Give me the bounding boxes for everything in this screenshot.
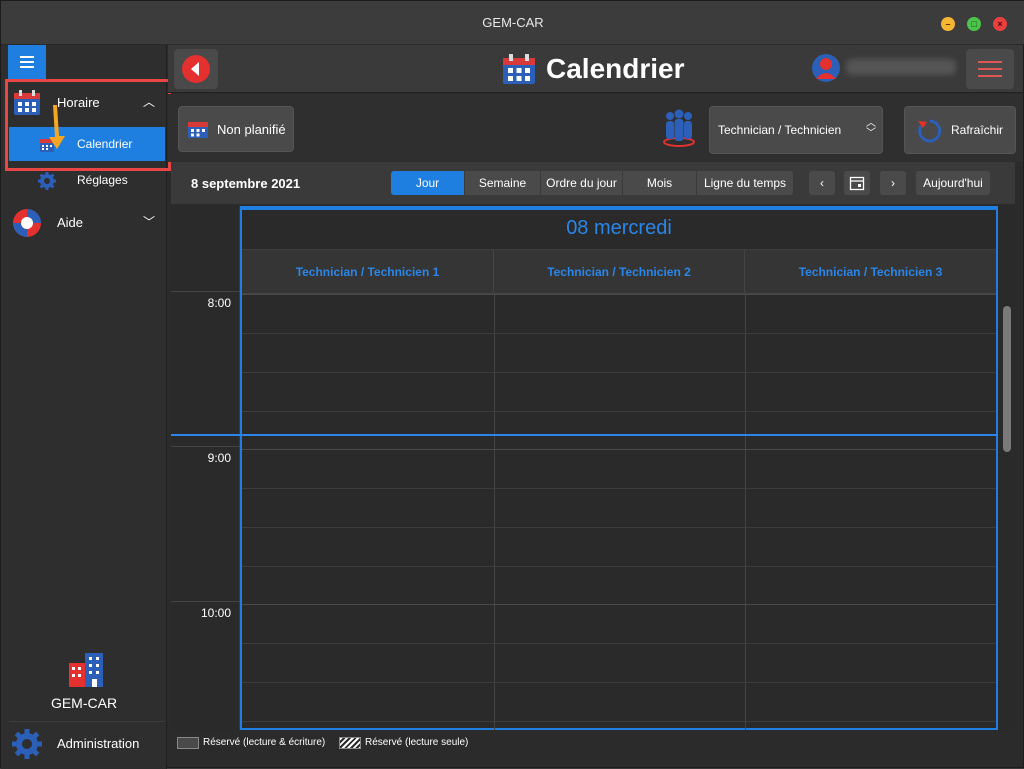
- refresh-label: Rafraîchir: [951, 123, 1004, 137]
- sidebar-item-label: Aide: [57, 215, 84, 230]
- page-title: Calendrier: [546, 53, 685, 84]
- legend-swatch-rw: [177, 737, 199, 749]
- lifebuoy-icon: [13, 209, 41, 237]
- highlight-annotation: [5, 79, 171, 171]
- gear-icon: [12, 729, 42, 759]
- time-label: 10:00: [200, 606, 231, 620]
- sidebar-item-administration[interactable]: Administration: [9, 721, 165, 765]
- tab-jour[interactable]: Jour: [391, 171, 465, 195]
- refresh-icon: [918, 119, 942, 143]
- arrow-down-icon: [49, 105, 65, 149]
- menu-icon-bar: [20, 66, 34, 68]
- unplanned-label: Non planifié: [217, 122, 286, 137]
- hour-divider: [171, 601, 240, 602]
- sidebar-item-aide[interactable]: Aide ﹀: [9, 205, 165, 241]
- minimize-icon: –: [945, 19, 951, 29]
- time-column: 8:00 9:00 10:00: [171, 206, 240, 730]
- time-label: 8:00: [207, 296, 231, 310]
- sliders-icon: [978, 61, 1002, 63]
- legend: Réservé (lecture & écriture) Réservé (le…: [171, 732, 1015, 754]
- current-date: 8 septembre 2021: [191, 176, 301, 191]
- time-label: 9:00: [207, 451, 231, 465]
- window-title: GEM-CAR: [482, 15, 544, 30]
- technician-header-3: Technician / Technicien 3: [745, 250, 996, 294]
- refresh-button[interactable]: Rafraîchir: [904, 106, 1016, 154]
- calendar-grid: 8:00 9:00 10:00 08 mercredi Technician /…: [171, 206, 1015, 730]
- next-button[interactable]: ›: [880, 171, 906, 195]
- tab-mois[interactable]: Mois: [623, 171, 697, 195]
- cell-technician-1[interactable]: [242, 294, 494, 730]
- calendar-icon: [503, 54, 535, 84]
- menu-icon: [20, 56, 34, 58]
- vertical-scrollbar[interactable]: [1003, 306, 1011, 452]
- app-window: GEM-CAR – □ × Horaire ︿ Calendrier Régla…: [0, 0, 1024, 769]
- technicians-group-icon: [663, 109, 695, 147]
- legend-label-rw: Réservé (lecture & écriture): [203, 737, 326, 748]
- toolbar: Non planifié Technician / Technicien ︿ ﹀ …: [168, 94, 1023, 162]
- chevron-down-icon[interactable]: ﹀: [143, 213, 155, 230]
- page-header: Calendrier: [168, 45, 1023, 93]
- hour-divider: [171, 446, 240, 447]
- user-name-blurred: [846, 59, 956, 75]
- maximize-button[interactable]: □: [967, 17, 981, 31]
- menu-icon-bar: [20, 61, 34, 63]
- sidebar-item-label: Administration: [57, 736, 140, 751]
- technician-header-1: Technician / Technicien 1: [242, 250, 494, 294]
- sliders-icon-bar: [978, 68, 1002, 70]
- tab-ligne-du-temps[interactable]: Ligne du temps: [697, 171, 793, 195]
- building-icon: [69, 653, 103, 687]
- unplanned-button[interactable]: Non planifié: [178, 106, 294, 152]
- arrow-left-icon: [191, 62, 199, 76]
- calendar-outline-icon: [849, 176, 865, 191]
- legend-swatch-ro: [339, 737, 361, 749]
- hour-divider: [171, 291, 240, 292]
- back-icon: [182, 55, 210, 83]
- sliders-icon-bar: [978, 75, 1002, 77]
- menu-button[interactable]: [8, 45, 46, 79]
- calendar-icon: [188, 122, 208, 138]
- brand-label: GEM-CAR: [50, 695, 118, 711]
- day-column-area: 08 mercredi Technician / Technicien 1 Te…: [240, 206, 998, 730]
- technician-select[interactable]: Technician / Technicien ︿ ﹀: [709, 106, 883, 154]
- legend-label-ro: Réservé (lecture seule): [365, 737, 469, 748]
- close-button[interactable]: ×: [993, 17, 1007, 31]
- prev-button[interactable]: ‹: [809, 171, 835, 195]
- calendar-nav: 8 septembre 2021 Jour Semaine Ordre du j…: [171, 162, 1015, 204]
- tab-semaine[interactable]: Semaine: [465, 171, 541, 195]
- title-bar: GEM-CAR – □ ×: [1, 1, 1024, 45]
- cell-technician-3[interactable]: [745, 294, 996, 730]
- technician-select-value: Technician / Technicien: [718, 123, 842, 137]
- back-button[interactable]: [174, 49, 218, 89]
- tab-ordre-du-jour[interactable]: Ordre du jour: [541, 171, 623, 195]
- updown-chevron-icon: ︿ ﹀: [866, 118, 876, 139]
- gear-icon: [38, 172, 56, 190]
- cell-technician-2[interactable]: [494, 294, 745, 730]
- date-picker-button[interactable]: [844, 171, 870, 195]
- sidebar: Horaire ︿ Calendrier Réglages Aide ﹀ GEM…: [1, 45, 171, 769]
- day-title: 08 mercredi: [242, 210, 996, 250]
- current-time-indicator: [171, 434, 998, 436]
- sidebar-item-label: Réglages: [77, 173, 128, 187]
- technician-header-2: Technician / Technicien 2: [494, 250, 745, 294]
- user-avatar-icon[interactable]: [812, 53, 840, 83]
- filter-settings-button[interactable]: [966, 49, 1014, 89]
- maximize-icon: □: [971, 19, 977, 29]
- minimize-button[interactable]: –: [941, 17, 955, 31]
- today-button[interactable]: Aujourd'hui: [916, 171, 990, 195]
- close-icon: ×: [997, 19, 1003, 29]
